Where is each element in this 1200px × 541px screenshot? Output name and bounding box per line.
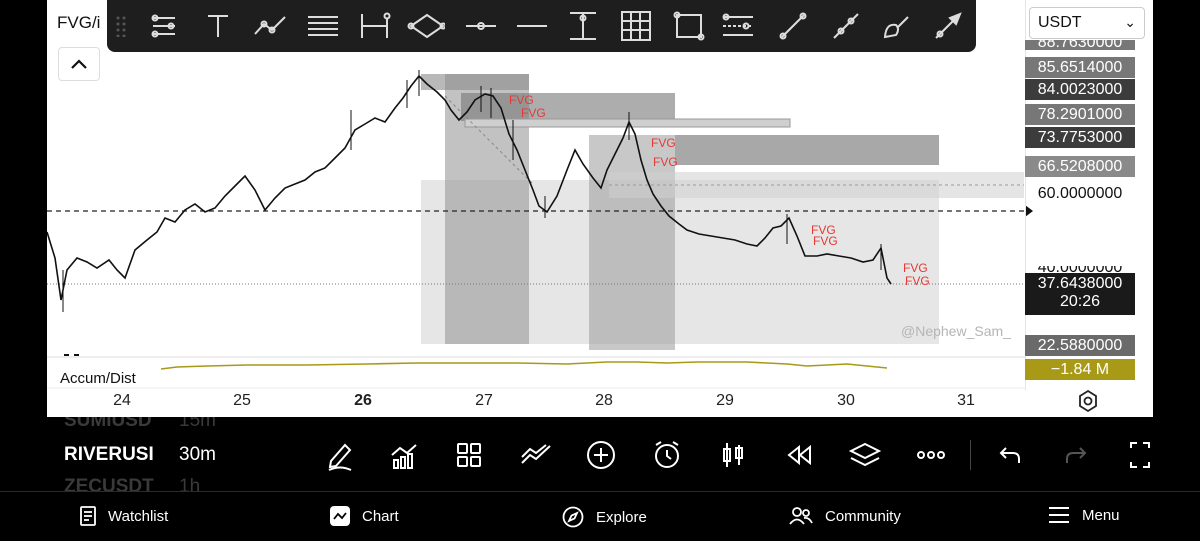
- x-tick: 26: [354, 392, 372, 409]
- fvg-label: FVG: [653, 155, 678, 169]
- price-chart[interactable]: Accum/Dist FVG FVG FVG FVG FVG FVG FVG F…: [47, 0, 1153, 417]
- price-label: 84.0023000: [1025, 79, 1135, 100]
- bottom-nav: Watchlist Chart Explore Community Menu: [0, 491, 1200, 541]
- x-tick: 31: [957, 392, 975, 409]
- accum-dist-line: [160, 361, 888, 370]
- ticker-list-item[interactable]: RIVERUSI: [64, 444, 154, 466]
- ellipse-icon[interactable]: [407, 8, 445, 44]
- watchlist-icon: [80, 506, 96, 526]
- menu-icon: [1049, 507, 1069, 523]
- alarm-icon[interactable]: [649, 437, 685, 473]
- x-tick: 25: [233, 392, 251, 409]
- text-icon[interactable]: [199, 8, 237, 44]
- fvg-label: FVG: [813, 234, 838, 248]
- x-tick: 29: [716, 392, 734, 409]
- fvg-label: FVG: [903, 261, 928, 275]
- more-icon[interactable]: [913, 437, 949, 473]
- fvg-label: FVG: [521, 106, 546, 120]
- nav-watchlist[interactable]: Watchlist: [80, 506, 168, 526]
- undo-icon[interactable]: [992, 437, 1028, 473]
- horizontal-line-icon[interactable]: [513, 8, 551, 44]
- watermark: @Nephew_Sam_: [901, 323, 1011, 339]
- currency-select[interactable]: USDT ⌄: [1029, 7, 1145, 39]
- chart-panel[interactable]: FVG/i Accum/Dist FVG FVG FVG FVG FVG FVG…: [47, 0, 1153, 417]
- nav-watchlist-label: Watchlist: [108, 507, 169, 525]
- current-price: 37.6438000: [1037, 275, 1123, 292]
- x-tick: 28: [595, 392, 613, 409]
- compass-icon: [562, 506, 584, 528]
- nav-chart[interactable]: Chart: [330, 506, 399, 526]
- price-label: 22.5880000: [1025, 335, 1135, 356]
- currency-value: USDT: [1038, 14, 1082, 31]
- candles-icon[interactable]: [715, 437, 751, 473]
- replay-icon[interactable]: [781, 437, 817, 473]
- draw-pencil-icon[interactable]: [322, 437, 358, 473]
- nav-community[interactable]: Community: [789, 506, 901, 526]
- fvg-zone: [675, 135, 939, 165]
- nav-chart-label: Chart: [362, 507, 399, 525]
- price-label: 73.7753000: [1025, 127, 1135, 148]
- nav-menu[interactable]: Menu: [1048, 506, 1120, 524]
- price-label: 85.6514000: [1025, 57, 1135, 78]
- add-icon[interactable]: [583, 437, 619, 473]
- fvg-label: FVG: [905, 274, 930, 288]
- nav-explore[interactable]: Explore: [562, 506, 647, 528]
- fvg-zone: [421, 74, 529, 90]
- chart-icon: [330, 506, 350, 526]
- ticker-timeframe: 30m: [179, 444, 216, 465]
- fullscreen-icon[interactable]: [1122, 437, 1158, 473]
- chevron-down-icon: ⌄: [1124, 14, 1136, 30]
- nav-community-label: Community: [825, 507, 901, 525]
- indicator-label: Accum/Dist: [60, 370, 137, 387]
- gann-grid-icon[interactable]: [617, 8, 655, 44]
- date-range-icon[interactable]: [357, 8, 395, 44]
- chart-settings-icon[interactable]: [1075, 388, 1101, 414]
- brush-icon[interactable]: [879, 8, 917, 44]
- rectangle-icon[interactable]: [670, 8, 708, 44]
- line-icon[interactable]: [774, 8, 812, 44]
- x-tick: 30: [837, 392, 855, 409]
- drawing-toolbar: [107, 0, 976, 52]
- trend-line-icon[interactable]: [251, 8, 289, 44]
- ray-icon[interactable]: [827, 8, 865, 44]
- nav-menu-label: Menu: [1082, 506, 1120, 524]
- price-label: 60.0000000: [1037, 185, 1123, 202]
- community-icon: [789, 507, 813, 525]
- price-label: 66.5208000: [1025, 156, 1135, 177]
- fvg-label: FVG: [651, 136, 676, 150]
- horizontal-lines-icon[interactable]: [304, 8, 342, 44]
- drag-handle-icon[interactable]: [111, 8, 131, 44]
- accum-dist-badge: −1.84 M: [1025, 359, 1135, 380]
- redo-icon[interactable]: [1058, 437, 1094, 473]
- compare-icon[interactable]: [518, 437, 554, 473]
- indicators-icon[interactable]: [386, 437, 422, 473]
- layers-icon[interactable]: [847, 437, 883, 473]
- price-range-icon[interactable]: [564, 8, 602, 44]
- price-label: 88.7630000: [1025, 40, 1135, 50]
- nav-explore-label: Explore: [596, 508, 647, 526]
- price-label: 78.2901000: [1025, 104, 1135, 125]
- x-tick: 24: [113, 392, 131, 409]
- fvg-label: FVG: [509, 93, 534, 107]
- fib-channel-icon[interactable]: [719, 8, 757, 44]
- horizontal-ray-icon[interactable]: [462, 8, 500, 44]
- arrow-icon[interactable]: [929, 8, 967, 44]
- layouts-icon[interactable]: [451, 437, 487, 473]
- current-price-badge: 37.6438000 20:26: [1025, 273, 1135, 315]
- accum-marker-icon: [64, 354, 79, 356]
- candle-countdown: 20:26: [1059, 293, 1101, 310]
- pitchfork-icon[interactable]: [145, 8, 183, 44]
- x-tick: 27: [475, 392, 493, 409]
